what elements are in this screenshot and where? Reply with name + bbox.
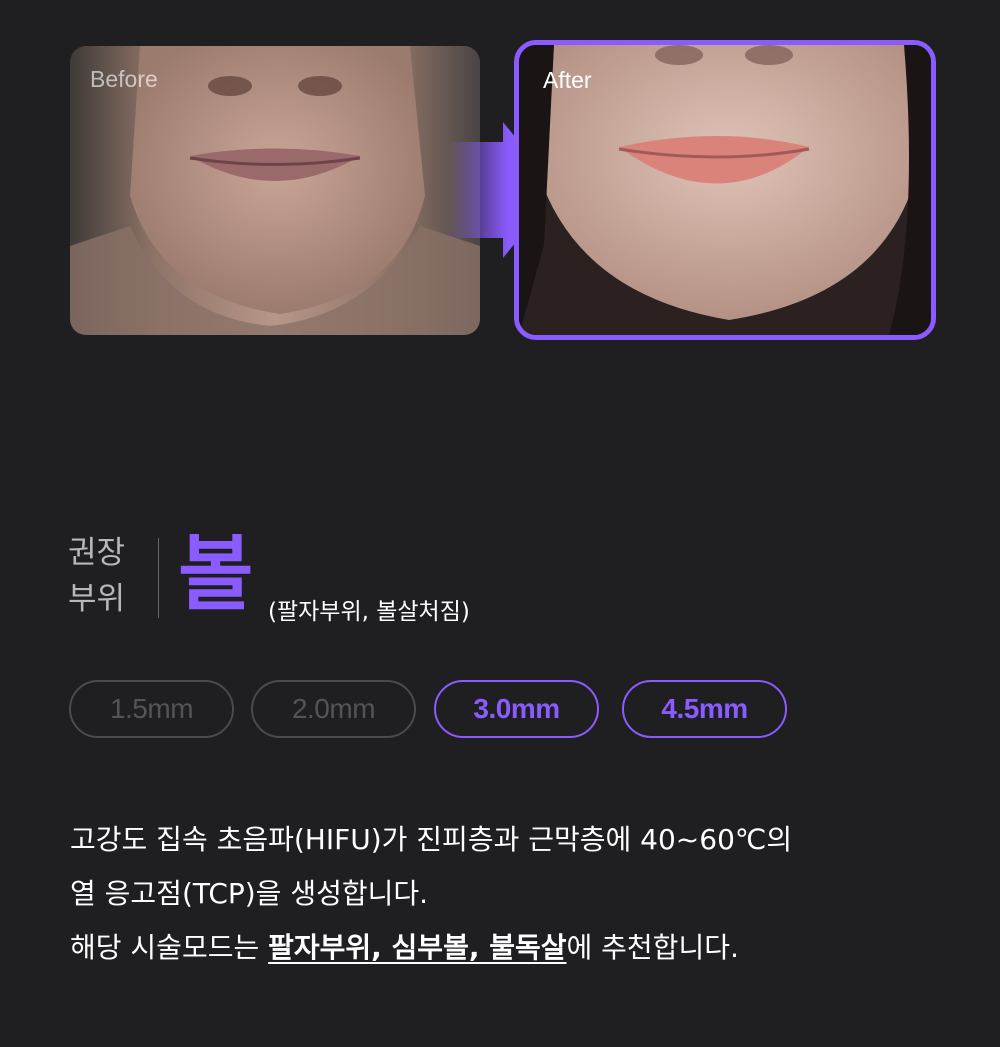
- before-photo: Before: [70, 46, 480, 335]
- recommended-area-name: 볼: [178, 527, 254, 622]
- description-highlight: 팔자부위, 심부볼, 불독살: [268, 931, 567, 964]
- depth-option-1-5mm[interactable]: 1.5mm: [69, 680, 234, 738]
- depth-option-3-0mm[interactable]: 3.0mm: [434, 680, 599, 738]
- description-line-3: 해당 시술모드는 팔자부위, 심부볼, 불독살에 추천합니다.: [70, 921, 970, 975]
- description-line-2: 열 응고점(TCP)을 생성합니다.: [70, 877, 429, 910]
- depth-option-2-0mm[interactable]: 2.0mm: [251, 680, 416, 738]
- description: 고강도 집속 초음파(HIFU)가 진피층과 근막층에 40~60℃의 열 응고…: [70, 813, 970, 975]
- depth-option-4-5mm[interactable]: 4.5mm: [622, 680, 787, 738]
- description-line-3-suffix: 에 추천합니다.: [566, 931, 739, 964]
- description-line-1: 고강도 집속 초음파(HIFU)가 진피층과 근막층에 40~60℃의: [70, 823, 793, 856]
- description-line-3-prefix: 해당 시술모드는: [70, 931, 269, 964]
- before-label: Before: [90, 66, 158, 92]
- recommended-area-label: 권장 부위: [68, 530, 125, 622]
- divider: [158, 538, 159, 618]
- recommended-area-label-line1: 권장: [68, 535, 126, 571]
- after-photo: After: [514, 40, 936, 340]
- recommended-area-detail: (팔자부위, 볼살처짐): [268, 599, 470, 625]
- recommended-area-label-line2: 부위: [68, 581, 126, 617]
- after-label: After: [543, 67, 592, 93]
